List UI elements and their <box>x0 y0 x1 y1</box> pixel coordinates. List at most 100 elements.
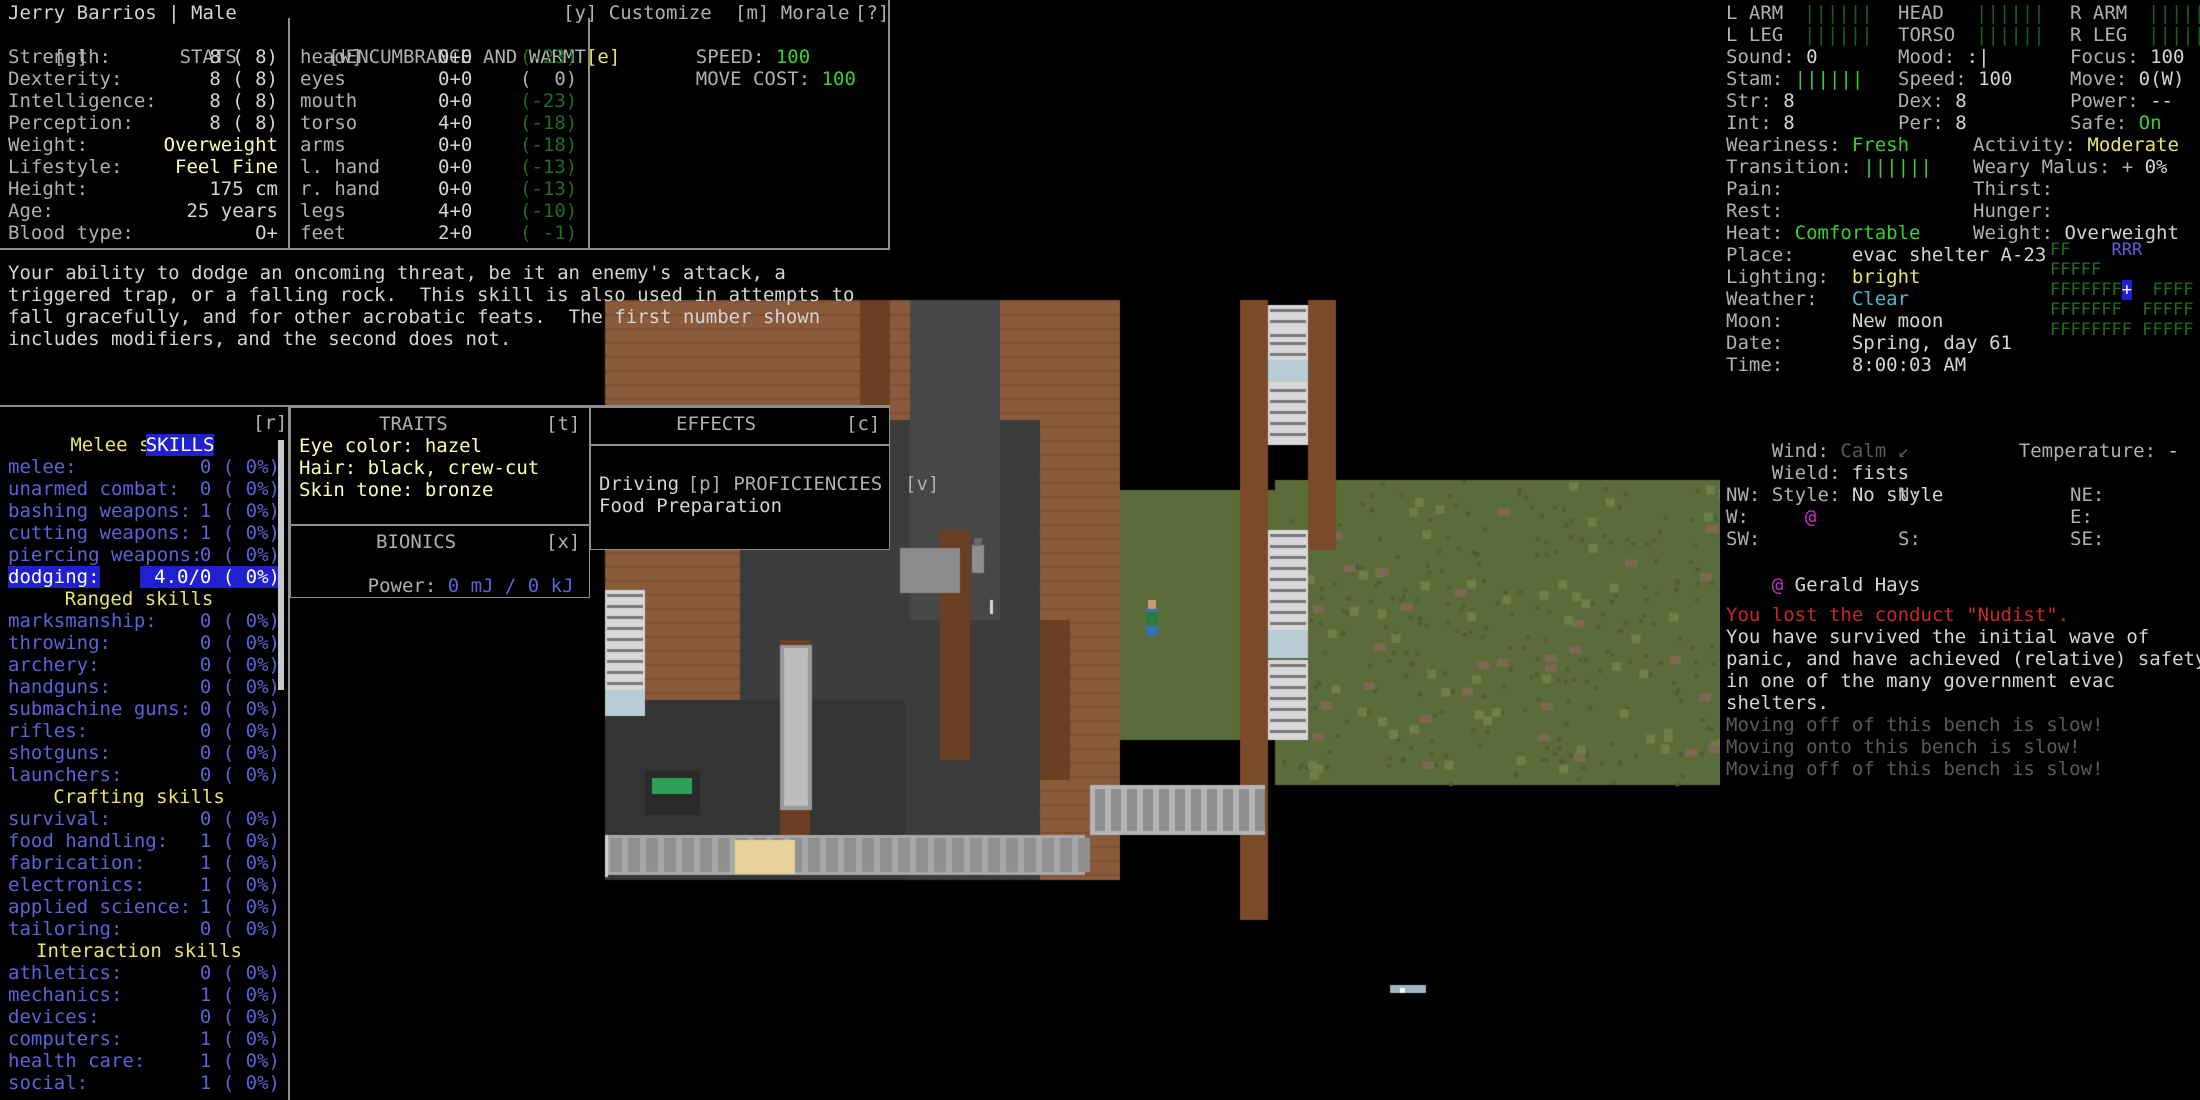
minimap-row: FFFFFFF FFFFF <box>2050 300 2194 320</box>
sidebar-stat-label: Per: <box>1898 112 1955 134</box>
creature-glyph-icon: @ <box>1772 574 1783 596</box>
skill-level: 0 ( 0%) <box>140 720 280 742</box>
encumbrance-warmth: ( 0) <box>520 68 577 90</box>
encumbrance-value: 4+0 <box>438 200 472 222</box>
morale-menu-item[interactable]: [m] Morale <box>735 2 849 24</box>
compass-label: NE: <box>2070 484 2104 506</box>
skills-panel-header: SKILLS <box>100 412 214 478</box>
skill-level: 0 ( 0%) <box>140 654 280 676</box>
trait-row: Hair: black, crew-cut <box>299 457 539 479</box>
encumbrance-warmth: (-23) <box>520 46 577 68</box>
sidebar-condition-right: Thirst: <box>1973 178 2065 200</box>
description-line: includes modifiers, and the second does … <box>8 328 511 350</box>
skills-panel-title: SKILLS <box>146 434 215 456</box>
stats-row-value: 8 ( 8) <box>0 68 278 90</box>
compass-label: N: <box>1898 484 1921 506</box>
help-key[interactable]: [?] <box>855 2 889 24</box>
sidebar-stat-value: 8 <box>1783 90 1794 112</box>
encumbrance-part: eyes <box>300 68 346 90</box>
body-part-health-bar: |||||| <box>2148 2 2200 24</box>
body-part-health-bar: |||||| <box>1976 24 2045 46</box>
condition-value: Moderate <box>2087 134 2179 156</box>
stats-row-value: 175 cm <box>0 178 278 200</box>
skills-scrollbar[interactable] <box>278 440 284 690</box>
customize-menu-item[interactable]: [y] Customize <box>563 2 712 24</box>
skill-name: devices: <box>8 1006 100 1028</box>
sidebar-stat: Sound: 0 <box>1726 46 1818 68</box>
temperature-value: - <box>2168 440 2179 462</box>
encumbrance-warmth: (-10) <box>520 200 577 222</box>
sidebar-stat-label: Sound: <box>1726 46 1806 68</box>
skill-level: 0 ( 0%) <box>140 742 280 764</box>
env-label: Weather: <box>1726 288 1818 310</box>
stats-row-value: 8 ( 8) <box>0 90 278 112</box>
compass-cell: SW: <box>1726 528 1816 550</box>
sidebar-condition-right: Activity: Moderate <box>1973 134 2179 156</box>
move-cost-row: MOVE COST: 100 <box>650 46 856 112</box>
skill-name: dodging: <box>8 566 100 588</box>
sidebar-stat: Int: 8 <box>1726 112 1795 134</box>
encumbrance-value: 2+0 <box>438 222 472 244</box>
sidebar-stat-label: Str: <box>1726 90 1783 112</box>
sidebar-stat-value: -- <box>2150 90 2173 112</box>
skill-group-header: Interaction skills <box>0 940 278 962</box>
proficiencies-key-left[interactable]: [p] <box>688 473 722 495</box>
encumbrance-value: 0+0 <box>438 156 472 178</box>
condition-label: Transition: <box>1726 156 1863 178</box>
minimap-row: FFFFFFF+ FFFF <box>2050 280 2194 300</box>
skill-name: melee: <box>8 456 77 478</box>
sidebar-stat-label: Int: <box>1726 112 1783 134</box>
skill-level: 1 ( 0%) <box>140 852 280 874</box>
skill-level: 1 ( 0%) <box>140 1028 280 1050</box>
sidebar-stat: Safe: On <box>2070 112 2162 134</box>
effects-key[interactable]: [c] <box>846 413 880 435</box>
sidebar-condition-left: Pain: <box>1726 178 1795 200</box>
encumbrance-value: 0+0 <box>438 178 472 200</box>
proficiencies-panel-title: PROFICIENCIES <box>733 473 882 495</box>
skills-key[interactable]: [r] <box>253 412 287 434</box>
condition-label: Hunger: <box>1973 200 2065 222</box>
log-message: shelters. <box>1726 692 1829 714</box>
skill-level: 1 ( 0%) <box>140 1050 280 1072</box>
skill-name: tailoring: <box>8 918 122 940</box>
log-message: Moving off of this bench is slow! <box>1726 714 2104 736</box>
skill-level: 0 ( 0%) <box>140 962 280 984</box>
encumbrance-part: legs <box>300 200 346 222</box>
encumbrance-value: 0+0 <box>438 90 472 112</box>
compass-label: W: <box>1726 506 1749 528</box>
divider-vertical-2 <box>588 18 590 248</box>
skill-name: social: <box>8 1072 88 1094</box>
proficiencies-key-right[interactable]: [v] <box>905 473 939 495</box>
skill-name: fabrication: <box>8 852 145 874</box>
env-label: Time: <box>1726 354 1783 376</box>
skill-level: 0 ( 0%) <box>140 610 280 632</box>
sidebar-env-row: Moon: New moon <box>1726 310 1943 332</box>
sidebar-stat-label: Move: <box>2070 68 2139 90</box>
morale-key: [m] <box>735 2 769 24</box>
traits-key[interactable]: [t] <box>546 413 580 435</box>
traits-panel-title: TRAITS <box>379 413 448 435</box>
bionics-key[interactable]: [x] <box>546 531 580 553</box>
condition-label: Weariness: <box>1726 134 1852 156</box>
skill-level: 0 ( 0%) <box>140 676 280 698</box>
sidebar-env-row: Date: Spring, day 61 <box>1726 332 2012 354</box>
creature-name: Gerald Hays <box>1795 574 1921 596</box>
sidebar-condition-left: Transition: |||||| <box>1726 156 1932 178</box>
body-part-label: L LEG <box>1726 24 1783 46</box>
stats-row-value: 25 years <box>0 200 278 222</box>
trait-row: Skin tone: bronze <box>299 479 493 501</box>
minimap-row: FFFFF <box>2050 260 2101 280</box>
sidebar-stat-label: Power: <box>2070 90 2150 112</box>
condition-value: 0% <box>2145 156 2168 178</box>
log-message: Moving onto this bench is slow! <box>1726 736 2081 758</box>
skill-name: archery: <box>8 654 100 676</box>
divider-vertical-1 <box>288 18 290 248</box>
encumbrance-key[interactable]: [e] <box>586 46 620 68</box>
compass-label: S: <box>1898 528 1921 550</box>
sidebar-stat-value: 100 <box>1978 68 2012 90</box>
skill-level: 0 ( 0%) <box>140 544 280 566</box>
sidebar-stat-value: :| <box>1967 46 1990 68</box>
sidebar-stat-label: Focus: <box>2070 46 2150 68</box>
encumbrance-part: torso <box>300 112 357 134</box>
sidebar-stat: Str: 8 <box>1726 90 1795 112</box>
